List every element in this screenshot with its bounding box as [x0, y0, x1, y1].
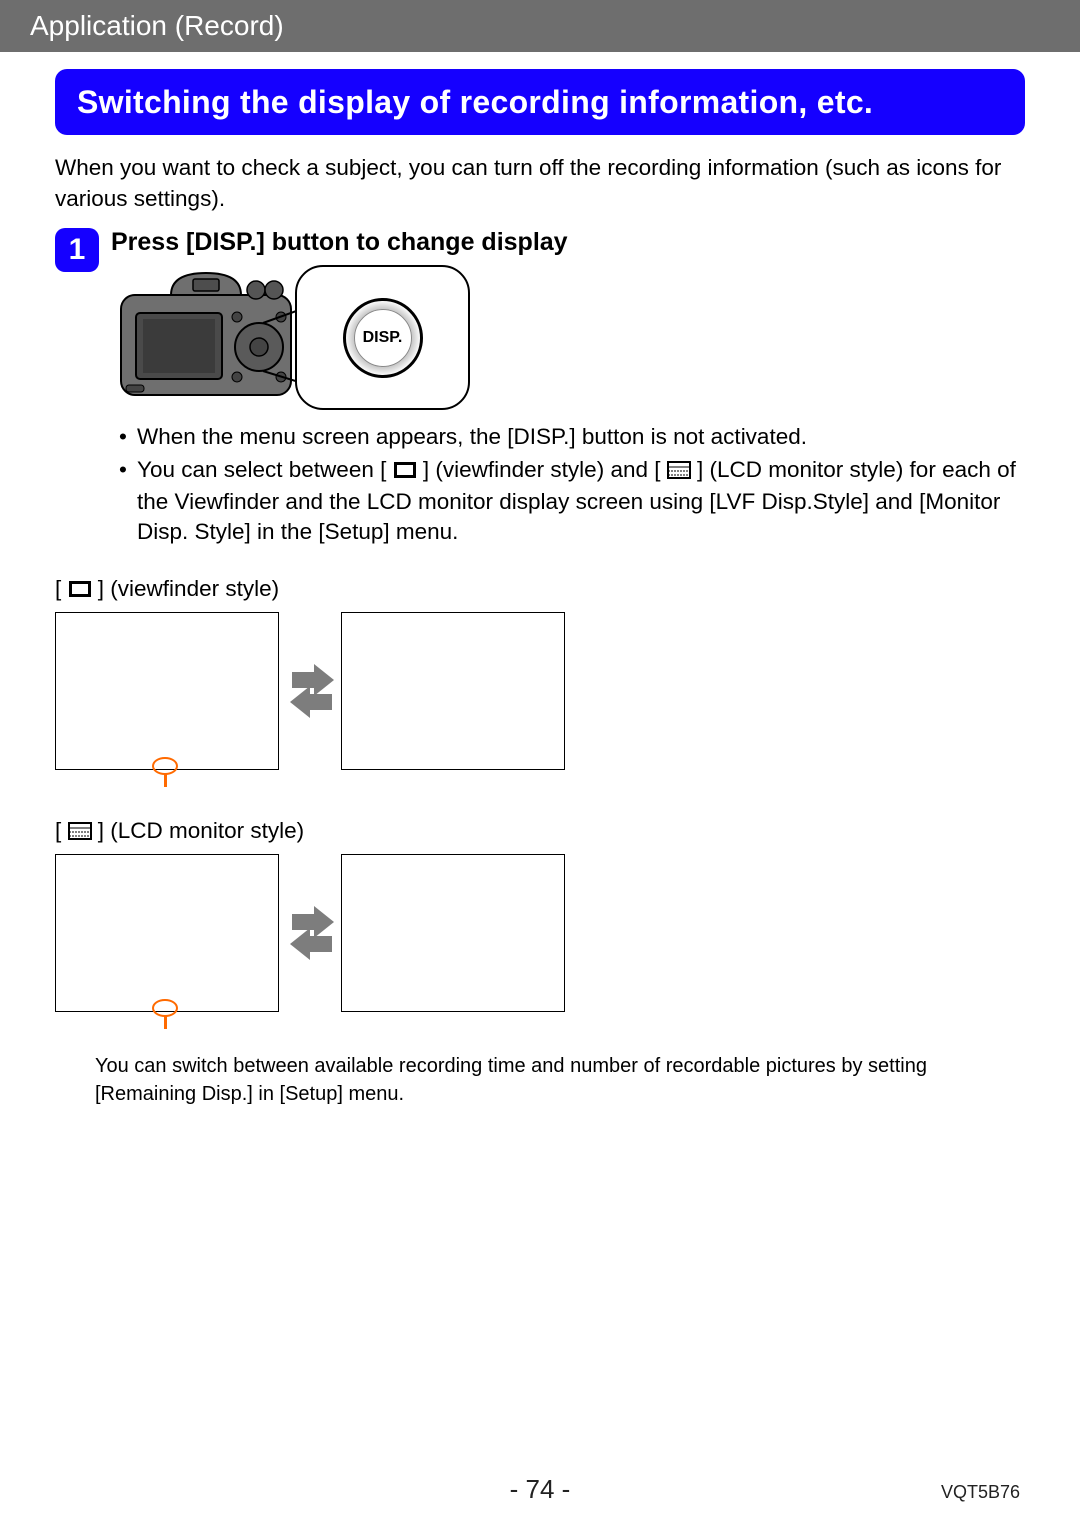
doc-code: VQT5B76: [941, 1482, 1020, 1503]
step-title: Press [DISP.] button to change display: [111, 228, 1025, 257]
swap-arrows: [289, 661, 331, 721]
display-frame: [55, 854, 279, 1012]
lcd-frames: [55, 854, 1025, 1012]
intro-text: When you want to check a subject, you ca…: [55, 153, 1025, 214]
page-number: - 74 -: [0, 1474, 1080, 1505]
bullet-item: • When the menu screen appears, the [DIS…: [119, 422, 1025, 452]
page-content: Switching the display of recording infor…: [0, 54, 1080, 1108]
bullet-item: • You can select between [ ] (viewfinder…: [119, 455, 1025, 548]
callout-marker: [152, 757, 182, 787]
viewfinder-style-icon: [393, 457, 417, 487]
step-1: 1 Press [DISP.] button to change display: [55, 228, 1025, 550]
breadcrumb-text: Application (Record): [30, 10, 284, 41]
step-body: Press [DISP.] button to change display: [111, 228, 1025, 550]
breadcrumb: Application (Record): [0, 0, 1080, 54]
camera-illustration-row: DISP.: [111, 265, 1025, 410]
page-title: Switching the display of recording infor…: [55, 69, 1025, 135]
viewfinder-style-label: [ ] (viewfinder style): [55, 576, 1025, 604]
lcd-monitor-style-icon: [68, 820, 92, 846]
step-bullets: • When the menu screen appears, the [DIS…: [111, 422, 1025, 548]
lcd-monitor-style-icon: [667, 457, 691, 487]
disp-button-callout: DISP.: [295, 265, 470, 410]
swap-arrows: [289, 903, 331, 963]
viewfinder-style-icon: [68, 578, 92, 604]
bullet-text: You can select between [ ] (viewfinder s…: [137, 455, 1025, 548]
lcd-style-label: [ ] (LCD monitor style): [55, 818, 1025, 846]
footnote: You can switch between available recordi…: [55, 1052, 1025, 1108]
display-frame: [55, 612, 279, 770]
display-frame: [341, 854, 565, 1012]
display-frame: [341, 612, 565, 770]
disp-button: DISP.: [343, 298, 423, 378]
step-number-badge: 1: [55, 228, 99, 272]
bullet-text: When the menu screen appears, the [DISP.…: [137, 422, 1025, 452]
camera-back-illustration: [111, 265, 301, 410]
callout-marker: [152, 999, 182, 1029]
disp-button-label: DISP.: [354, 309, 412, 367]
viewfinder-frames: [55, 612, 1025, 770]
